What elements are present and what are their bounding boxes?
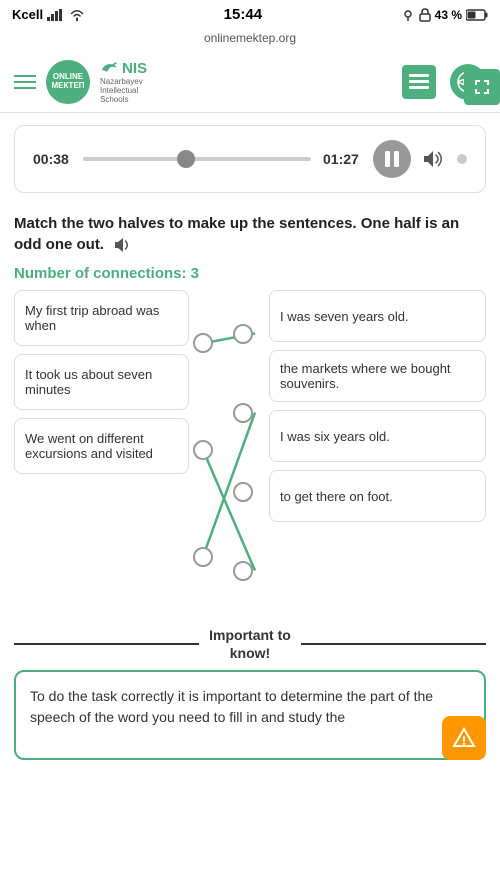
matching-columns: My first trip abroad was when It took us… bbox=[14, 290, 486, 610]
list-view-button[interactable] bbox=[402, 65, 436, 99]
status-right: 43 % bbox=[401, 8, 488, 22]
left-card-2-text: It took us about seven minutes bbox=[25, 367, 178, 397]
left-card-3[interactable]: We went on different excursions and visi… bbox=[14, 418, 189, 474]
info-card: To do the task correctly it is important… bbox=[14, 670, 486, 760]
imp-line1: Important to bbox=[209, 626, 291, 644]
status-left: Kcell bbox=[12, 7, 85, 22]
left-card-3-text: We went on different excursions and visi… bbox=[25, 431, 178, 461]
wifi-icon bbox=[69, 9, 85, 21]
important-section: Important to know! bbox=[14, 626, 486, 662]
left-card-1-text: My first trip abroad was when bbox=[25, 303, 178, 333]
audio-dot bbox=[457, 154, 467, 164]
info-card-text: To do the task correctly it is important… bbox=[30, 688, 433, 725]
instructions-sound-button[interactable] bbox=[114, 237, 134, 253]
left-card-1[interactable]: My first trip abroad was when bbox=[14, 290, 189, 346]
battery-icon bbox=[466, 9, 488, 21]
imp-line-left bbox=[14, 643, 199, 645]
right-circle-2[interactable] bbox=[233, 403, 253, 423]
nis-sub3: Schools bbox=[100, 95, 147, 104]
audio-track-bg bbox=[83, 157, 311, 161]
matching-area: My first trip abroad was when It took us… bbox=[14, 290, 486, 610]
imp-line-right bbox=[301, 643, 486, 645]
connections-label: Number of connections: 3 bbox=[14, 265, 199, 282]
right-card-4-text: to get there on foot. bbox=[280, 489, 393, 504]
connections-count: Number of connections: 3 bbox=[0, 261, 500, 290]
middle-column bbox=[189, 290, 269, 610]
audio-pause-button[interactable] bbox=[373, 140, 411, 178]
right-card-1[interactable]: I was seven years old. bbox=[269, 290, 486, 342]
imp-text: Important to know! bbox=[199, 626, 301, 662]
expand-button[interactable] bbox=[464, 69, 500, 105]
lock-icon bbox=[419, 8, 431, 22]
location-icon bbox=[401, 8, 415, 22]
audio-current-time: 00:38 bbox=[33, 151, 71, 167]
expand-icon bbox=[473, 78, 491, 96]
audio-volume-button[interactable] bbox=[423, 150, 445, 168]
logo-line2: МЕКТЕП bbox=[51, 82, 84, 91]
right-card-3-text: I was six years old. bbox=[280, 429, 390, 444]
time-display: 15:44 bbox=[224, 6, 262, 23]
url-text: onlinemektep.org bbox=[204, 31, 296, 45]
left-circle-3[interactable] bbox=[193, 547, 213, 567]
instructions: Match the two halves to make up the sent… bbox=[0, 205, 500, 261]
top-nav: ONLINE МЕКТЕП NIS Nazarbayev Intellectua… bbox=[0, 51, 500, 113]
battery-text: 43 % bbox=[435, 8, 462, 22]
url-bar: onlinemektep.org bbox=[0, 29, 500, 51]
logo-circle: ONLINE МЕКТЕП bbox=[46, 60, 90, 104]
nis-block: NIS Nazarbayev Intellectual Schools bbox=[100, 59, 147, 104]
audio-thumb[interactable] bbox=[177, 150, 195, 168]
pause-icon bbox=[384, 150, 400, 168]
audio-track[interactable] bbox=[83, 149, 311, 169]
right-column: I was seven years old. the markets where… bbox=[269, 290, 486, 522]
audio-player: 00:38 01:27 bbox=[14, 125, 486, 193]
nis-title: NIS bbox=[122, 60, 147, 77]
status-bar: Kcell 15:44 43 % bbox=[0, 0, 500, 29]
top-nav-left: ONLINE МЕКТЕП NIS Nazarbayev Intellectua… bbox=[14, 59, 147, 104]
sound-icon bbox=[114, 237, 134, 253]
nis-sub1: Nazarbayev bbox=[100, 77, 147, 86]
right-card-2-text: the markets where we bought souvenirs. bbox=[280, 361, 475, 391]
signal-icon bbox=[47, 9, 65, 21]
imp-line2: know! bbox=[209, 644, 291, 662]
hamburger-menu-button[interactable] bbox=[14, 75, 36, 89]
left-circle-2[interactable] bbox=[193, 440, 213, 460]
carrier-text: Kcell bbox=[12, 7, 43, 22]
nis-sub2: Intellectual bbox=[100, 86, 147, 95]
warning-badge bbox=[442, 716, 486, 760]
left-circle-1[interactable] bbox=[193, 333, 213, 353]
list-icon bbox=[409, 74, 429, 90]
right-card-1-text: I was seven years old. bbox=[280, 309, 409, 324]
right-circle-4[interactable] bbox=[233, 561, 253, 581]
left-column: My first trip abroad was when It took us… bbox=[14, 290, 189, 474]
right-card-2[interactable]: the markets where we bought souvenirs. bbox=[269, 350, 486, 402]
right-card-4[interactable]: to get there on foot. bbox=[269, 470, 486, 522]
right-circles bbox=[217, 290, 269, 610]
audio-total-time: 01:27 bbox=[323, 151, 361, 167]
volume-icon bbox=[423, 150, 445, 168]
right-circle-3[interactable] bbox=[233, 482, 253, 502]
warning-icon bbox=[452, 726, 476, 750]
circles-container bbox=[189, 290, 269, 610]
left-circles bbox=[189, 290, 217, 610]
right-circle-1[interactable] bbox=[233, 324, 253, 344]
bird-icon bbox=[100, 59, 118, 77]
left-card-2[interactable]: It took us about seven minutes bbox=[14, 354, 189, 410]
right-card-3[interactable]: I was six years old. bbox=[269, 410, 486, 462]
instructions-text: Match the two halves to make up the sent… bbox=[14, 215, 459, 253]
